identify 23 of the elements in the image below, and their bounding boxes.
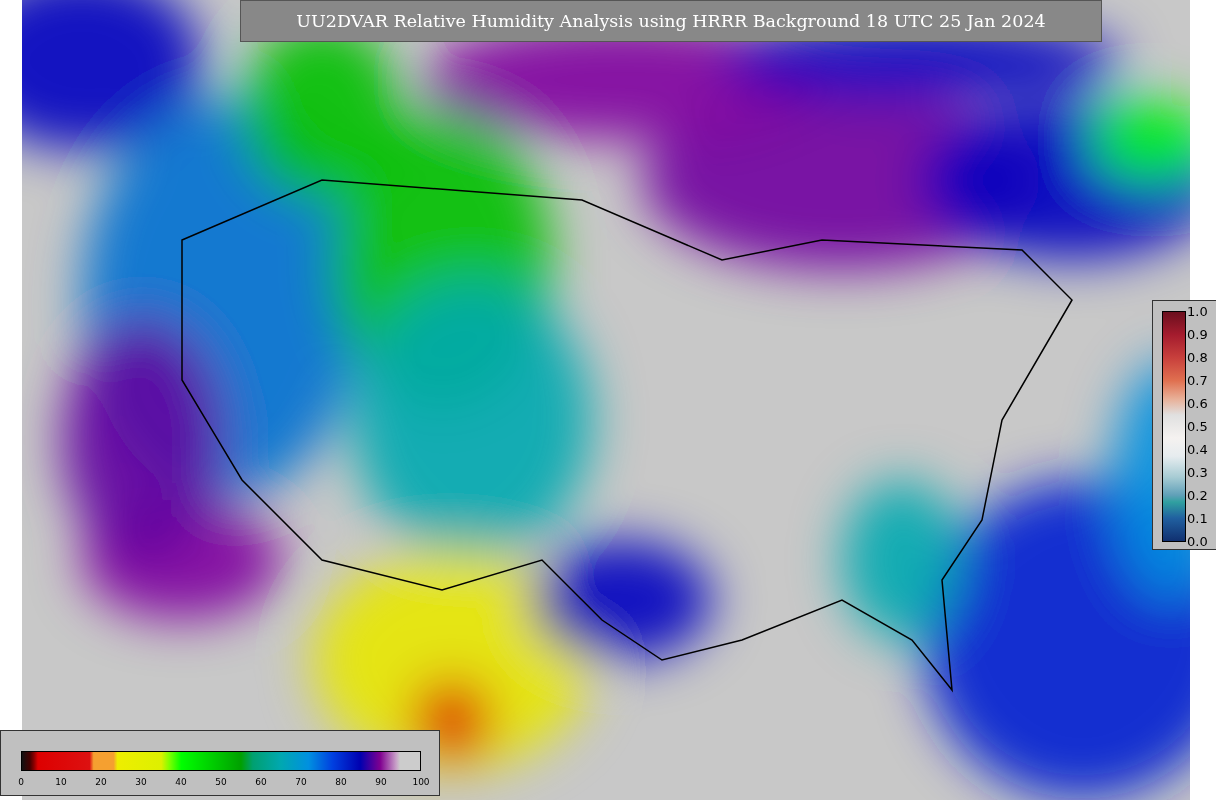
- colorbar-tick-label: 0.5: [1187, 418, 1208, 434]
- colorbar-tick-label: 0.2: [1187, 487, 1208, 503]
- colorbar-tick-label: 0.1: [1187, 510, 1208, 526]
- colorbar-tick-label: 0.8: [1187, 349, 1208, 365]
- colorbar-tick-label: 70: [295, 777, 307, 787]
- colorbar-tick-label: 60: [255, 777, 267, 787]
- colorbar-tick-label: 0.9: [1187, 326, 1208, 342]
- colorbar-tick-label: 0.6: [1187, 395, 1208, 411]
- colorbar-tick-label: 80: [335, 777, 347, 787]
- colorbar-tick-label: 0.7: [1187, 372, 1208, 388]
- colorbar-tick-label: 100: [412, 777, 430, 787]
- colorbar-tick-label: 20: [95, 777, 107, 787]
- colorbar-tick-label: 0.4: [1187, 441, 1208, 457]
- chart-title: UU2DVAR Relative Humidity Analysis using HRRR Background 18 UTC 25 Jan 2024: [240, 0, 1102, 42]
- colorbar-tick-label: 10: [55, 777, 67, 787]
- colorbar-tick-label: 50: [215, 777, 227, 787]
- colorbar-tick-label: 0.3: [1187, 464, 1208, 480]
- colorbar-tick-label: 40: [175, 777, 187, 787]
- colorbar-tick-label: 90: [375, 777, 387, 787]
- colorbar-tick-label: 1.0: [1187, 303, 1208, 319]
- colorbar-tick-label: 30: [135, 777, 147, 787]
- colorbar-tick-label: 0: [18, 777, 24, 787]
- colorbar-tick-label: 0.0: [1187, 533, 1208, 549]
